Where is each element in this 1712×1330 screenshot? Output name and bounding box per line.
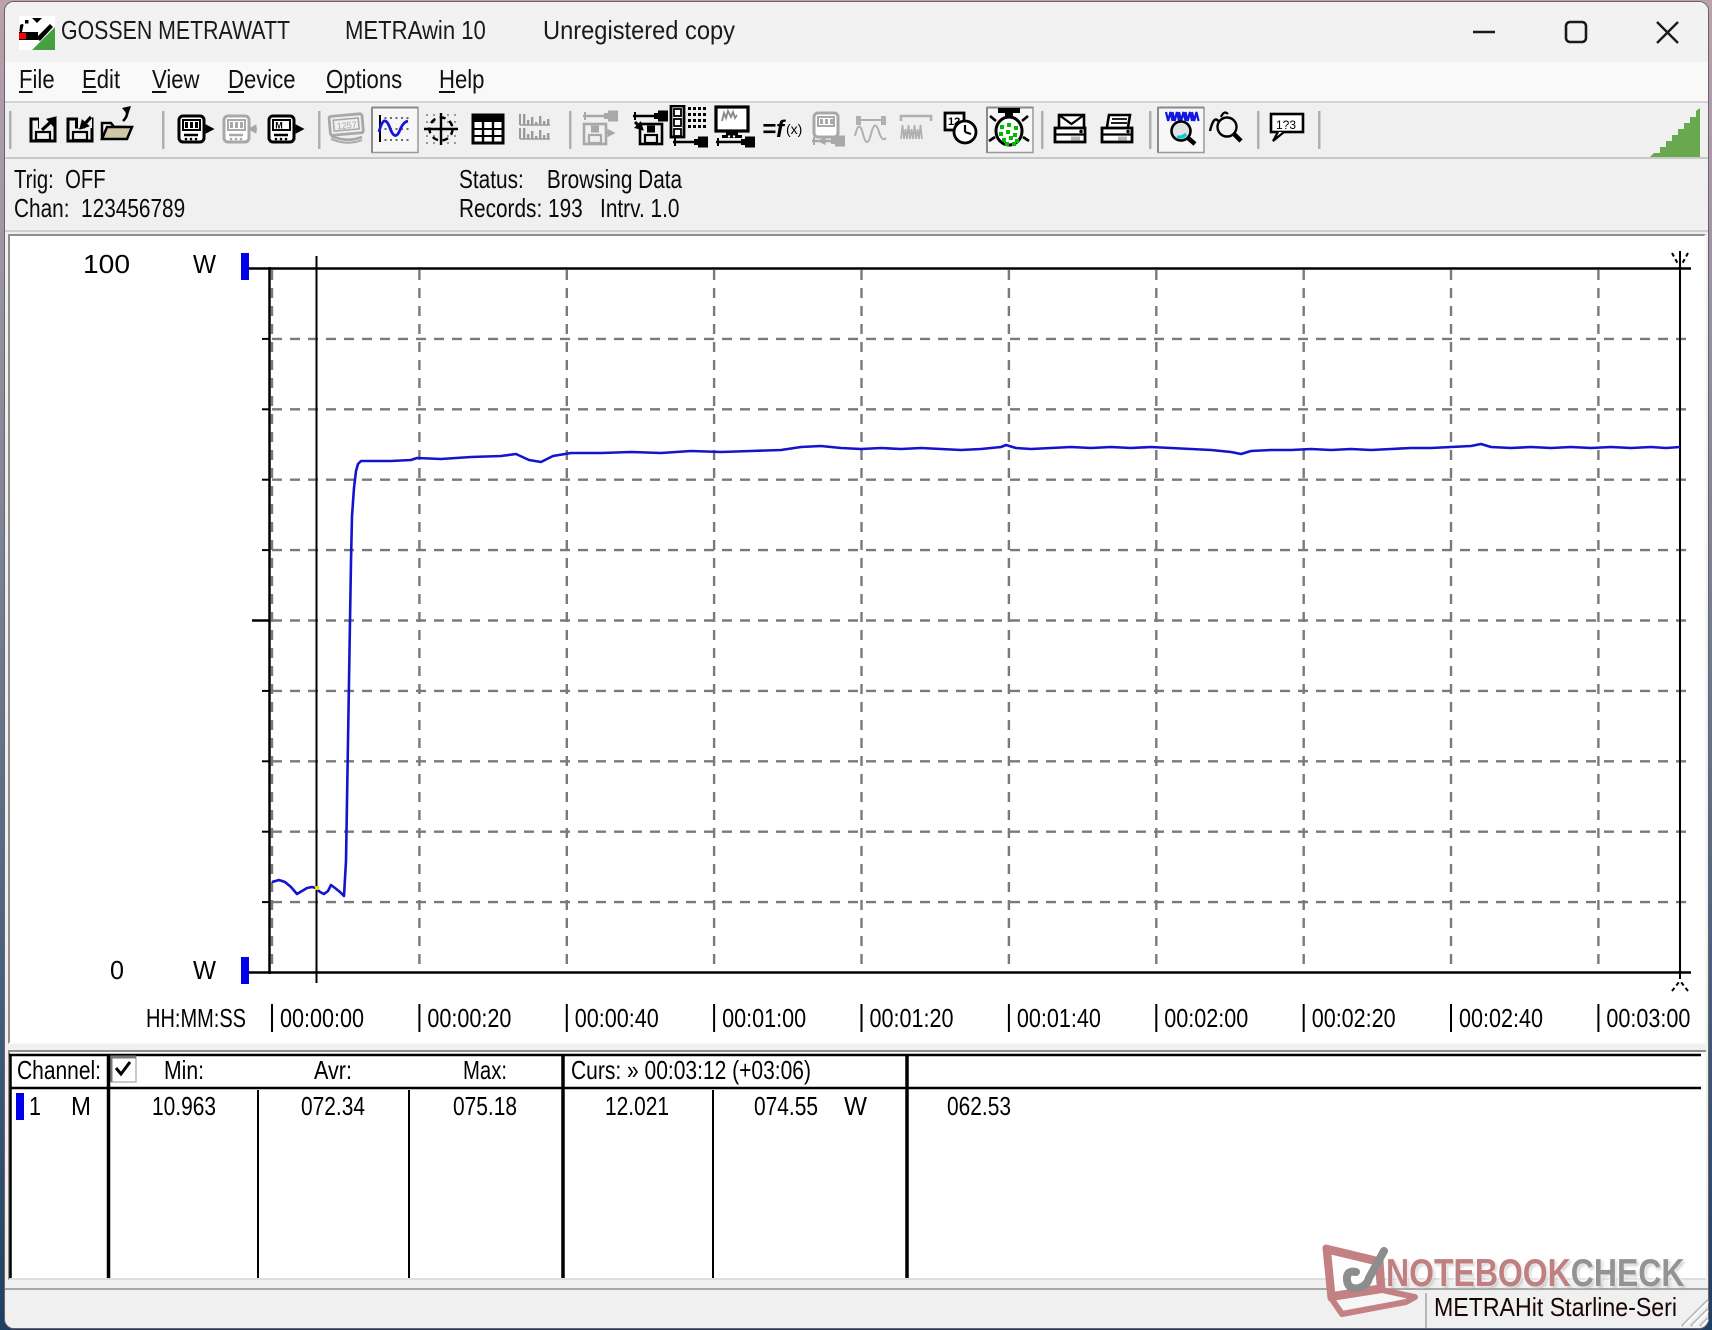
svg-text:00:00:00: 00:00:00 [280,1003,364,1033]
svg-text:00:01:00: 00:01:00 [722,1003,806,1033]
svg-text:W: W [193,249,216,279]
svg-text:M: M [71,1091,91,1121]
svg-text:=f: =f [762,116,786,143]
svg-text:075.18: 075.18 [453,1091,517,1121]
svg-text:Max:: Max: [463,1055,507,1085]
svg-text:100: 100 [83,249,130,279]
svg-text:00:02:20: 00:02:20 [1312,1003,1396,1033]
svg-text:W: W [844,1091,867,1121]
svg-text:Channel:: Channel: [17,1055,101,1085]
svg-text:Avr:: Avr: [314,1055,352,1085]
svg-text:Min:: Min: [164,1055,204,1085]
svg-text:M: M [275,121,283,131]
svg-text:W: W [193,955,216,985]
svg-text:10.963: 10.963 [152,1091,216,1121]
svg-text:00:00:20: 00:00:20 [427,1003,511,1033]
svg-text:00:01:20: 00:01:20 [870,1003,954,1033]
svg-text:00:00:40: 00:00:40 [575,1003,659,1033]
svg-text:HH:MM:SS: HH:MM:SS [146,1003,246,1033]
svg-text:(x): (x) [786,121,802,137]
svg-text:00:01:40: 00:01:40 [1017,1003,1101,1033]
svg-text:00:02:00: 00:02:00 [1164,1003,1248,1033]
svg-text:1?3: 1?3 [1276,118,1296,132]
svg-text:074.55: 074.55 [754,1091,818,1121]
svg-text:072.34: 072.34 [301,1091,365,1121]
svg-text:00:03:00: 00:03:00 [1606,1003,1690,1033]
svg-text:1: 1 [29,1091,41,1121]
svg-text:12.021: 12.021 [605,1091,669,1121]
svg-text:1257: 1257 [336,120,357,132]
svg-text:Curs: » 00:03:12 (+03:06): Curs: » 00:03:12 (+03:06) [571,1055,811,1085]
svg-text:062.53: 062.53 [947,1091,1011,1121]
svg-text:00:02:40: 00:02:40 [1459,1003,1543,1033]
svg-text:0: 0 [110,955,124,985]
